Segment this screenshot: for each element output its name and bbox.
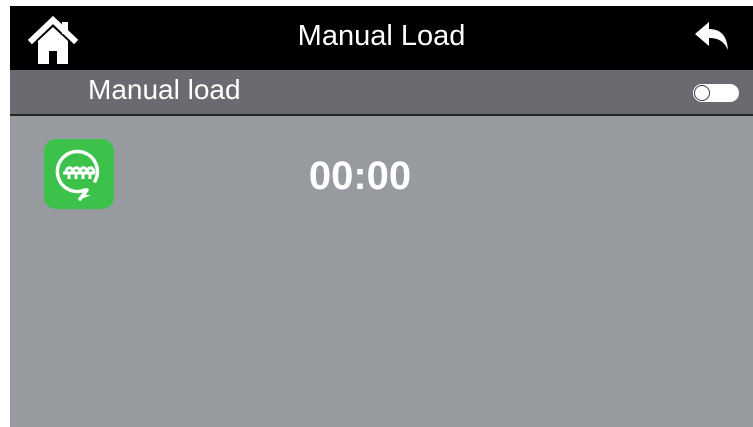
setting-label: Manual load bbox=[88, 74, 241, 105]
home-button[interactable] bbox=[27, 14, 79, 66]
setting-row: Manual load bbox=[10, 70, 753, 116]
auger-icon bbox=[44, 139, 114, 209]
back-arrow-icon bbox=[695, 22, 728, 50]
back-button[interactable] bbox=[693, 20, 731, 54]
manual-load-toggle[interactable] bbox=[693, 84, 739, 102]
toggle-knob bbox=[694, 85, 710, 101]
home-icon bbox=[27, 15, 79, 64]
manual-load-screen: Manual Load Manual load 00:00 bbox=[10, 6, 753, 427]
title-bar: Manual Load bbox=[10, 6, 753, 70]
page-title: Manual Load bbox=[297, 20, 466, 52]
timer-display: 00:00 bbox=[308, 154, 412, 198]
